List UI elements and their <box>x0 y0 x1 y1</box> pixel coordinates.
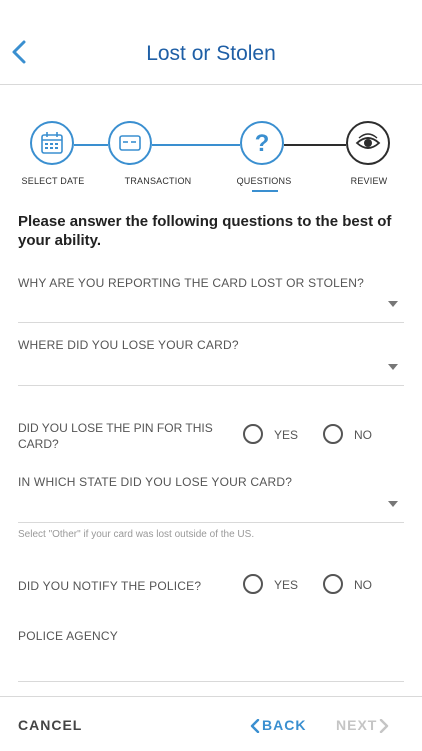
police-agency-underline <box>18 681 404 682</box>
where-underline <box>18 385 404 386</box>
pin-yes-label: YES <box>274 428 299 442</box>
state-underline <box>18 522 404 523</box>
police-no-label: NO <box>354 578 372 592</box>
header: Lost or Stolen <box>0 0 422 85</box>
police-no-radio[interactable] <box>323 574 343 594</box>
pin-no-label: NO <box>354 428 372 442</box>
step-questions[interactable]: ? <box>240 121 284 165</box>
next-button[interactable]: NEXT <box>336 717 391 734</box>
card-icon <box>119 135 141 151</box>
reason-label: WHY ARE YOU REPORTING THE CARD LOST OR S… <box>18 276 364 290</box>
police-question-label: DID YOU NOTIFY THE POLICE? <box>18 579 202 593</box>
question-icon: ? <box>255 130 270 156</box>
calendar-icon <box>41 132 63 154</box>
intro-text: Please answer the following questions to… <box>18 213 392 249</box>
progress-stepper: ? SELECT DATE TRANSACTION QUESTIONS REVI… <box>0 112 422 197</box>
step-select-date[interactable] <box>30 121 74 165</box>
police-agency-label: POLICE AGENCY <box>18 629 118 643</box>
chevron-down-icon <box>388 364 398 370</box>
step-label-transaction: TRANSACTION <box>124 176 192 186</box>
police-yes-radio[interactable] <box>243 574 263 594</box>
svg-text:?: ? <box>255 130 270 156</box>
where-label: WHERE DID YOU LOSE YOUR CARD? <box>18 338 239 352</box>
chevron-down-icon <box>388 301 398 307</box>
state-hint: Select "Other" if your card was lost out… <box>18 529 255 540</box>
stepper-line-2 <box>152 144 240 146</box>
step-label-select-date: SELECT DATE <box>21 176 85 186</box>
step-label-review: REVIEW <box>350 176 388 186</box>
page-title: Lost or Stolen <box>146 42 276 65</box>
chevron-left-icon <box>250 719 260 734</box>
cancel-button[interactable]: CANCEL <box>18 717 82 733</box>
state-dropdown[interactable] <box>18 491 404 521</box>
eye-icon <box>355 133 381 149</box>
back-label: BACK <box>262 717 307 733</box>
pin-question-label: DID YOU LOSE THE PIN FOR THIS CARD? <box>18 421 213 451</box>
next-label: NEXT <box>336 717 378 733</box>
chevron-down-icon <box>388 501 398 507</box>
step-label-questions: QUESTIONS <box>236 176 292 186</box>
back-button[interactable]: BACK <box>248 717 307 734</box>
active-step-indicator <box>252 190 278 192</box>
step-review[interactable] <box>346 121 390 165</box>
reason-dropdown[interactable] <box>18 292 404 322</box>
step-transaction[interactable] <box>108 121 152 165</box>
stepper-line-3 <box>284 144 346 146</box>
pin-no-radio[interactable] <box>323 424 343 444</box>
footer-nav: CANCEL BACK NEXT <box>0 696 422 751</box>
stepper-line-1 <box>74 144 108 146</box>
police-yes-label: YES <box>274 578 299 592</box>
state-label: IN WHICH STATE DID YOU LOSE YOUR CARD? <box>18 475 293 489</box>
chevron-right-icon <box>380 719 389 734</box>
police-agency-input[interactable] <box>18 646 404 680</box>
where-dropdown[interactable] <box>18 354 404 384</box>
pin-yes-radio[interactable] <box>243 424 263 444</box>
reason-underline <box>18 322 404 323</box>
